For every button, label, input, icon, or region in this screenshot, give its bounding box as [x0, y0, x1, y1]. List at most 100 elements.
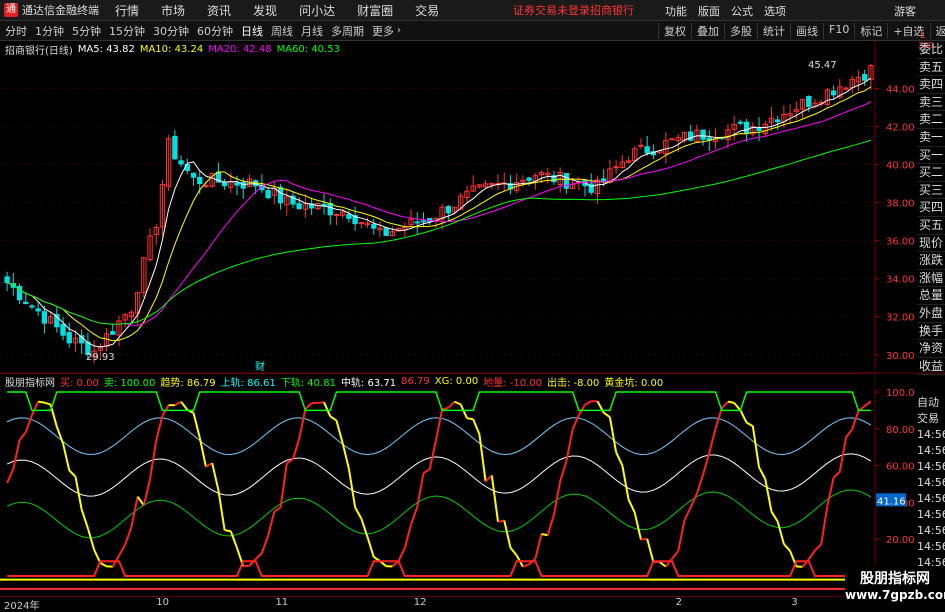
trend-segment — [510, 548, 516, 556]
trend-segment — [448, 402, 454, 408]
candle-body — [24, 302, 28, 303]
trend-segment — [94, 550, 100, 563]
trend-segment — [299, 409, 305, 439]
candle-body — [179, 161, 183, 164]
trend-segment — [759, 467, 765, 479]
tick-time: 14:56 — [917, 491, 945, 507]
ind-gold: 黄金坑: 0.00 — [604, 374, 663, 389]
ind-floor: 地量: -10.00 — [483, 374, 542, 389]
candle-body — [191, 173, 195, 177]
tick-time: 14:56 — [917, 443, 945, 459]
trend-segment — [119, 545, 125, 556]
ind-axis-label: 20.00 — [886, 535, 915, 546]
trend-segment — [809, 550, 815, 559]
trend-segment — [747, 423, 753, 426]
trend-segment — [461, 404, 467, 418]
trend-segment — [330, 416, 336, 420]
trend-segment — [417, 473, 423, 507]
middle-band — [7, 454, 871, 496]
trend-segment — [635, 513, 641, 540]
tick-time: 14:56 — [917, 459, 945, 475]
trend-segment — [13, 440, 19, 469]
candle-body — [689, 132, 693, 140]
trend-segment — [63, 443, 69, 470]
trend-segment — [455, 402, 461, 405]
candle-body — [297, 204, 301, 209]
trend-segment — [436, 409, 442, 440]
candle-body — [421, 221, 425, 222]
candle-body — [30, 306, 34, 307]
ind-sell: 卖: 100.00 — [104, 374, 156, 389]
date-axis: 2024年10111223 — [0, 596, 875, 609]
trend-segment — [486, 475, 492, 481]
trend-segment — [548, 514, 554, 535]
candle-body — [359, 223, 363, 224]
quote-label: 换手 — [917, 323, 945, 341]
trend-segment — [305, 403, 311, 409]
candle-body — [278, 187, 282, 202]
tick-time[interactable]: 交易 — [917, 411, 945, 427]
ind-axis-label: 80.00 — [886, 425, 915, 436]
trend-segment — [542, 534, 548, 535]
quote-label: 委比 — [917, 41, 945, 59]
candle-body — [645, 147, 649, 153]
candle-body — [5, 277, 9, 283]
trend-segment — [585, 401, 591, 404]
trend-segment — [324, 402, 330, 416]
indicator-name[interactable]: 股朋指标网 — [5, 374, 55, 389]
quote-label: 买一 — [917, 147, 945, 165]
trend-segment — [573, 415, 579, 430]
price-label: 44.00 — [886, 85, 915, 96]
trend-segment — [69, 470, 75, 476]
candle-body — [415, 222, 419, 223]
trend-segment — [138, 497, 144, 506]
tick-time[interactable]: 自动 — [917, 395, 945, 411]
candle-body — [738, 122, 742, 123]
price-label: 32.00 — [886, 313, 915, 324]
trend-segment — [852, 411, 858, 429]
trend-segment — [684, 507, 690, 520]
trend-segment — [740, 410, 746, 422]
kline-chart[interactable]: 44.0042.0040.0038.0036.0034.0032.0030.00… — [0, 0, 945, 609]
trend-segment — [423, 469, 429, 473]
quote-label: 卖二 — [917, 111, 945, 129]
trend-segment — [771, 512, 777, 522]
trend-segment — [268, 511, 274, 535]
candle-body — [863, 75, 867, 81]
trend-segment — [175, 402, 181, 406]
trend-segment — [610, 417, 616, 452]
date-tick: 12 — [414, 597, 427, 608]
candle-body — [744, 122, 748, 133]
trend-segment — [604, 413, 610, 418]
trend-segment — [616, 452, 622, 465]
cai-marker: 财 — [255, 360, 265, 373]
trend-segment — [660, 562, 666, 567]
ma10-line — [7, 87, 871, 341]
candle-body — [204, 186, 208, 187]
price-label: 42.00 — [886, 123, 915, 134]
candle-body — [67, 333, 71, 343]
trend-segment — [200, 438, 206, 467]
price-label: 30.00 — [886, 351, 915, 362]
candle-body — [334, 214, 338, 215]
date-tick: 2 — [676, 597, 682, 608]
tick-time-panel: 自动交易14:5614:5614:5614:5614:5614:5614:561… — [917, 395, 945, 575]
trend-segment — [212, 463, 218, 490]
quote-label: 买五 — [917, 217, 945, 235]
trend-segment — [88, 528, 94, 549]
quote-label: 卖三 — [917, 94, 945, 112]
buy-line — [7, 561, 871, 576]
candle-body — [372, 225, 376, 229]
candle-body — [831, 91, 835, 95]
quote-label: 卖五 — [917, 59, 945, 77]
trend-segment — [672, 551, 678, 559]
trend-segment — [44, 403, 50, 405]
candle-body — [61, 324, 65, 335]
trend-segment — [156, 415, 162, 440]
candle-body — [670, 139, 674, 140]
trend-segment — [231, 531, 237, 548]
tick-time: 14:56 — [917, 539, 945, 555]
trend-segment — [722, 402, 728, 409]
trend-segment — [734, 403, 740, 410]
trend-segment — [697, 475, 703, 494]
